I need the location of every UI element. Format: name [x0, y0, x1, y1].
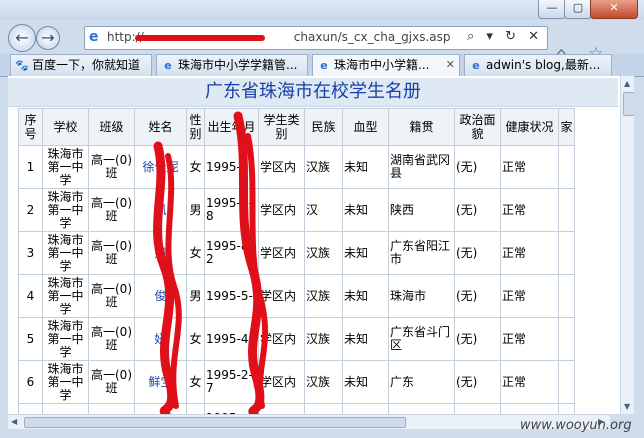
redaction-scribble: [153, 111, 269, 414]
forward-arrow-icon[interactable]: →: [36, 26, 60, 50]
close-button[interactable]: ✕: [590, 0, 638, 19]
scroll-up-icon[interactable]: ▲: [624, 79, 630, 88]
navigation-bar: ← → e http://chaxun/s_cx_cha_gjxs.asp ⌕ …: [0, 20, 644, 84]
horizontal-scroll-thumb[interactable]: [24, 417, 406, 428]
back-arrow-icon[interactable]: ←: [8, 24, 36, 52]
scroll-down-icon[interactable]: ▼: [624, 402, 630, 411]
maximize-button[interactable]: ▢: [564, 0, 592, 19]
address-bar[interactable]: e http://chaxun/s_cx_cha_gjxs.asp ⌕ ▾ ↻ …: [84, 26, 548, 50]
ie-icon: e: [164, 59, 172, 72]
window-titlebar: — ▢ ✕: [0, 0, 644, 20]
ie-icon: e: [472, 59, 480, 72]
vertical-scroll-thumb[interactable]: [623, 92, 634, 116]
tab-adwin-blog[interactable]: e adwin's blog,最新...: [464, 54, 612, 76]
paw-icon: 🐾: [15, 59, 29, 72]
close-tab-icon[interactable]: ✕: [446, 55, 455, 75]
tab-bar: 🐾 百度一下，你就知道 e 珠海市中小学学籍管... e 珠海市中小学籍... ✕ e…: [0, 54, 644, 77]
tab-zhuhai-2[interactable]: e 珠海市中小学籍... ✕: [312, 54, 460, 77]
tab-zhuhai-1[interactable]: e 珠海市中小学学籍管...: [156, 54, 308, 76]
page-content: 广东省珠海市在校学生名册 序号 学校 班级 姓名 性别 出生年月 学生类别 民族…: [8, 76, 634, 414]
url-path: chaxun/s_cx_cha_gjxs.asp: [293, 30, 451, 44]
vertical-scrollbar[interactable]: ▲ ▼: [620, 76, 634, 414]
address-bar-icons[interactable]: ⌕ ▾ ↻ ✕: [467, 29, 543, 44]
watermark: www.wooyun.org: [520, 418, 632, 433]
scroll-left-icon[interactable]: ◀: [11, 417, 17, 426]
redaction-mark: [135, 35, 265, 41]
ie-icon: e: [89, 29, 99, 45]
tab-baidu[interactable]: 🐾 百度一下，你就知道: [10, 54, 152, 76]
ie-icon: e: [320, 59, 328, 72]
minimize-button[interactable]: —: [538, 0, 566, 19]
